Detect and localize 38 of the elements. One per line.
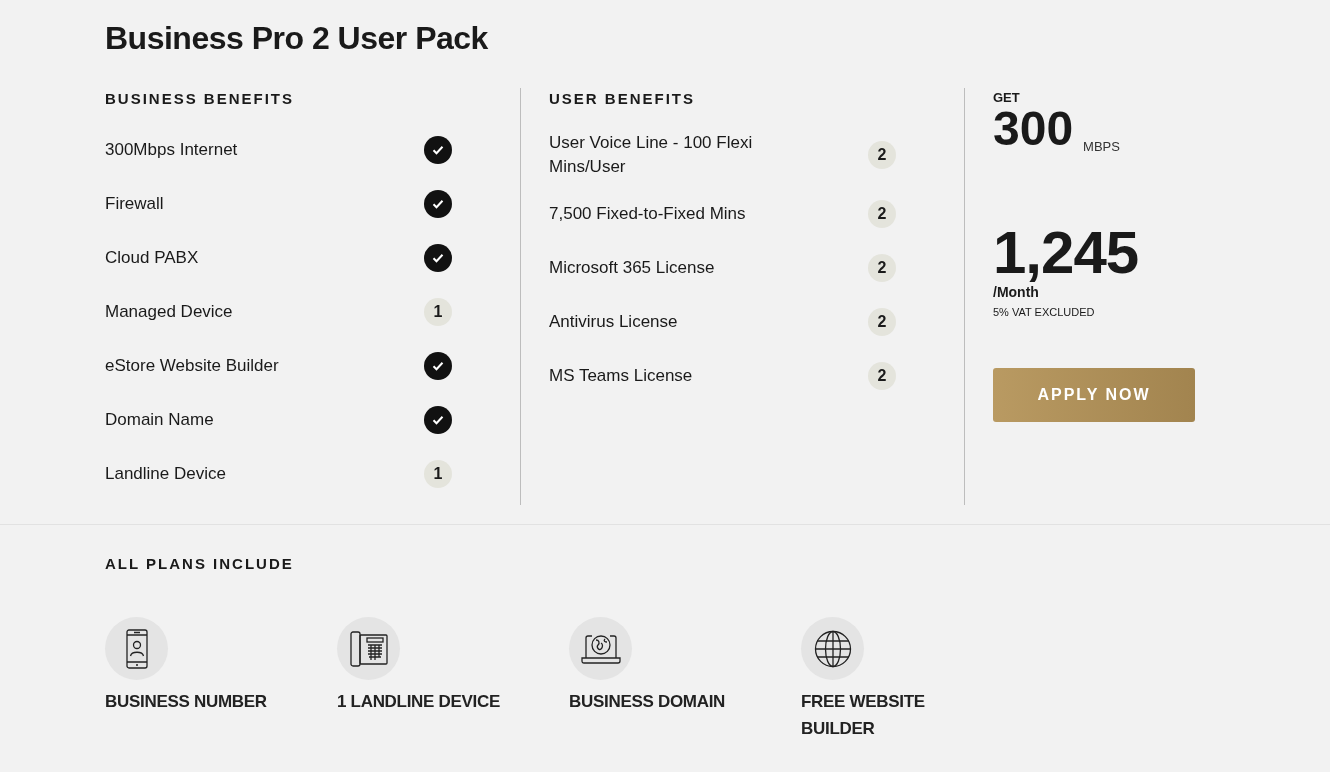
feature-label: FREE WEBSITE BUILDER (801, 691, 926, 740)
quantity-badge: 2 (868, 254, 896, 282)
speed-value: 300 (993, 106, 1074, 152)
apply-now-button[interactable]: APPLY NOW (993, 368, 1195, 422)
quantity-badge: 2 (868, 141, 896, 169)
benefit-label: Cloud PABX (105, 247, 199, 269)
section-heading: USER BENEFITS (549, 90, 695, 108)
quantity-badge: 1 (424, 298, 452, 326)
price-period: /Month (993, 284, 1040, 300)
desk-phone-icon (349, 630, 388, 667)
benefit-label: Managed Device (105, 301, 233, 323)
benefit-label: Landline Device (105, 463, 226, 485)
quantity-badge: 2 (868, 308, 896, 336)
quantity-badge: 2 (868, 362, 896, 390)
feature-label: BUSINESS DOMAIN (569, 691, 726, 713)
feature-label: 1 LANDLINE DEVICE (337, 691, 501, 713)
benefit-label: MS Teams License (549, 365, 693, 387)
benefit-label: Domain Name (105, 409, 214, 431)
price-value: 1,245 (993, 224, 1139, 282)
benefit-label: eStore Website Builder (105, 355, 279, 377)
feature-label: BUSINESS NUMBER (105, 691, 267, 713)
quantity-badge: 1 (424, 460, 452, 488)
plan-title: Business Pro 2 User Pack (105, 19, 489, 58)
vat-note: 5% VAT EXCLUDED (993, 306, 1096, 318)
benefit-label: User Voice Line - 100 Flexi Mins/User (549, 132, 754, 178)
section-heading: BUSINESS BENEFITS (105, 90, 295, 108)
speed-unit: MBPS (1083, 139, 1120, 154)
quantity-badge: 2 (868, 200, 896, 228)
benefit-label: Firewall (105, 193, 164, 215)
globe-icon (813, 629, 852, 668)
section-heading: ALL PLANS INCLUDE (105, 555, 294, 573)
benefit-label: Antivirus License (549, 311, 678, 333)
benefit-label: 7,500 Fixed-to-Fixed Mins (549, 203, 746, 225)
speed-prefix: GET (993, 91, 1020, 105)
phone-icon (124, 628, 149, 669)
benefit-label: Microsoft 365 License (549, 257, 715, 279)
laptop-globe-icon (580, 632, 621, 665)
benefit-label: 300Mbps Internet (105, 139, 238, 161)
